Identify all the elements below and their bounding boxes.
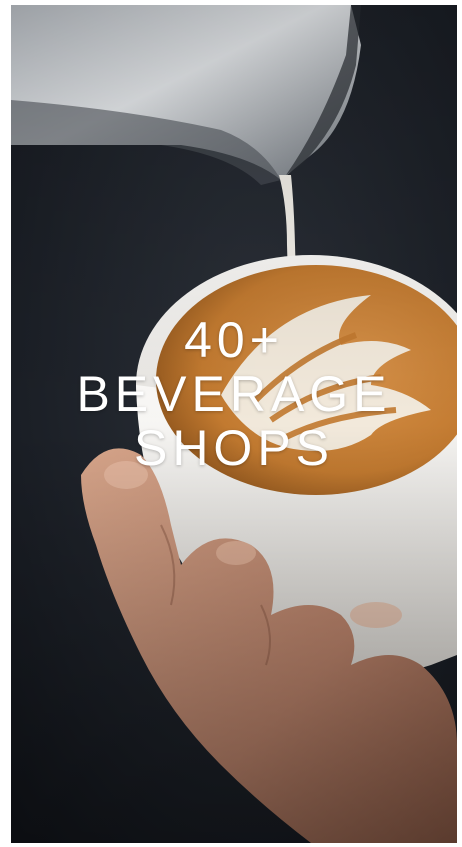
headline-line-1: 40+ <box>184 312 284 368</box>
headline-line-2: BEVERAGE <box>76 366 392 422</box>
headline-line-3: SHOPS <box>133 420 335 476</box>
app-frame: 40+ BEVERAGE SHOPS <box>0 0 462 847</box>
promo-card[interactable]: 40+ BEVERAGE SHOPS <box>11 5 457 843</box>
headline: 40+ BEVERAGE SHOPS <box>11 313 457 475</box>
